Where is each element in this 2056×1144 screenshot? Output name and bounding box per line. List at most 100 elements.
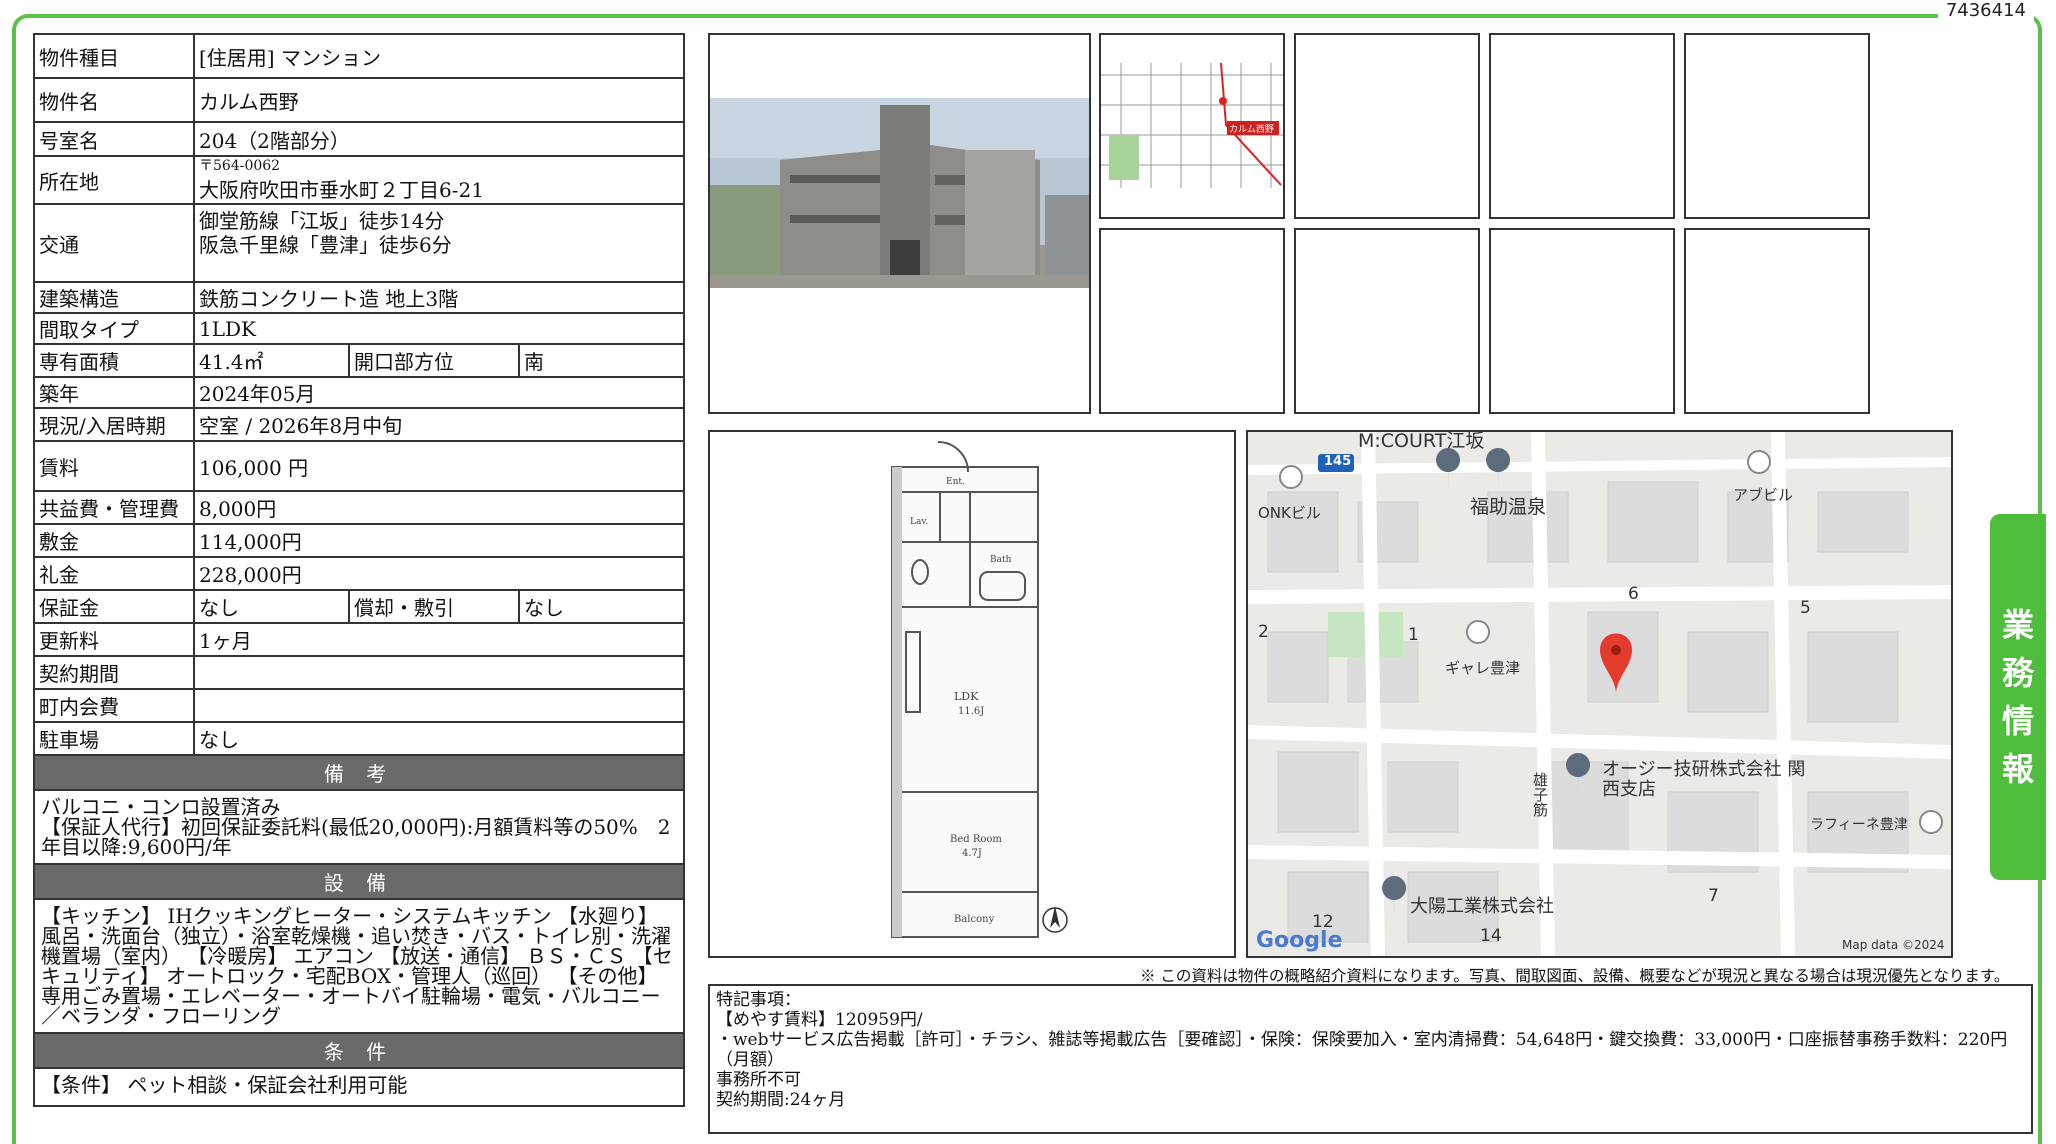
- map-label: 6: [1628, 584, 1639, 604]
- deposit-label: 敷金: [33, 523, 195, 558]
- map-label: ギャレ豊津: [1445, 659, 1521, 677]
- map-label: 5: [1800, 598, 1811, 618]
- north-arrow-icon: [1042, 906, 1068, 933]
- guarantee-value: なし: [193, 589, 350, 624]
- rent-label: 賃料: [33, 440, 195, 492]
- tab-char: 報: [2001, 750, 2034, 788]
- fp-ent: Ent.: [946, 477, 965, 487]
- layout-value: 1LDK: [193, 312, 685, 345]
- room-value: 204（2階部分）: [193, 121, 685, 157]
- building-photo-image: [710, 98, 1089, 288]
- key-money-label: 礼金: [33, 556, 195, 591]
- map-label: 1: [1408, 625, 1419, 645]
- built-label: 築年: [33, 376, 195, 409]
- tab-char: 業: [2001, 606, 2034, 644]
- fp-balcony: Balcony: [954, 914, 995, 925]
- transit-line-2: 阪急千里線「豊津」徒歩6分: [199, 233, 452, 257]
- business-info-tab[interactable]: 業 務 情 報: [1990, 514, 2046, 880]
- address-label: 所在地: [33, 155, 195, 205]
- type-label: 物件種目: [33, 33, 195, 79]
- map-label: 14: [1480, 926, 1502, 946]
- equipment-body: 【キッチン】 IHクッキングヒーター・システムキッチン 【水廻り】 風呂・洗面台…: [33, 898, 685, 1034]
- special-notes-line: 【めやす賃料】120959円/: [716, 1010, 923, 1030]
- parking-label: 駐車場: [33, 721, 195, 756]
- parking-value: なし: [193, 721, 685, 756]
- deposit-value: 114,000円: [193, 523, 685, 558]
- transit-label: 交通: [33, 203, 195, 283]
- transit-line-1: 御堂筋線「江坂」徒歩14分: [199, 209, 445, 233]
- name-value: カルム西野: [193, 77, 685, 123]
- disclaimer: ※ この資料は物件の概略紹介資料になります。写真、間取図面、設備、概要などが現況…: [1140, 967, 2010, 985]
- renewal-value: 1ヶ月: [193, 622, 685, 657]
- empty-thumbnail: [1294, 33, 1480, 219]
- empty-thumbnail: [1684, 228, 1870, 414]
- map-attribution[interactable]: Map data ©2024: [1842, 938, 1945, 952]
- map-label: アブビル: [1733, 486, 1794, 504]
- location-mini-map[interactable]: カルム西野: [1099, 33, 1285, 219]
- special-notes-line: 事務所不可: [716, 1070, 801, 1090]
- conditions-heading: 条 件: [33, 1032, 685, 1069]
- room-label: 号室名: [33, 121, 195, 157]
- fp-bed-size: 4.7J: [962, 848, 982, 859]
- special-notes-line: ・webサービス広告掲載［許可］・チラシ、雑誌等掲載広告［要確認］・保険：保険要…: [716, 1030, 2008, 1070]
- special-notes-line: 特記事項：: [716, 990, 801, 1010]
- guarantee-label: 保証金: [33, 589, 195, 624]
- empty-thumbnail: [1099, 228, 1285, 414]
- opening-value: 南: [518, 343, 685, 378]
- key-money-value: 228,000円: [193, 556, 685, 591]
- assoc-value: [193, 688, 685, 723]
- amort-label: 償却・敷引: [348, 589, 520, 624]
- building-photo[interactable]: [708, 33, 1091, 414]
- contract-value: [193, 655, 685, 690]
- map-label: 7: [1708, 886, 1719, 906]
- area-label: 専有面積: [33, 343, 195, 378]
- empty-thumbnail: [1294, 228, 1480, 414]
- empty-thumbnail: [1684, 33, 1870, 219]
- status-label: 現況/入居時期: [33, 407, 195, 442]
- fee-label: 共益費・管理費: [33, 490, 195, 525]
- fee-value: 8,000円: [193, 490, 685, 525]
- map-label: 雄子筋: [1531, 772, 1549, 817]
- empty-thumbnail: [1489, 33, 1675, 219]
- map-label: ラフィーネ豊津: [1810, 817, 1908, 833]
- map-label: 2: [1258, 622, 1269, 642]
- map-label: オージー技研株式会社 関西支店: [1602, 759, 1806, 800]
- fp-wc: Lav.: [910, 517, 928, 527]
- tab-char: 務: [2001, 654, 2034, 692]
- zip-code: 〒564-0062: [199, 157, 281, 174]
- equipment-heading: 設 備: [33, 863, 685, 900]
- special-notes: 特記事項： 【めやす賃料】120959円/ ・webサービス広告掲載［許可］・チ…: [708, 984, 2033, 1134]
- map-label: M:COURT江坂: [1358, 430, 1485, 452]
- opening-label: 開口部方位: [348, 343, 520, 378]
- remarks-body: バルコニ・コンロ設置済み 【保証人代行】初回保証委託料(最低20,000円):月…: [33, 789, 685, 865]
- renewal-label: 更新料: [33, 622, 195, 657]
- rent-value: 106,000 円: [193, 440, 685, 492]
- amort-value: なし: [518, 589, 685, 624]
- built-value: 2024年05月: [193, 376, 685, 409]
- mini-map-image: カルム西野: [1101, 62, 1283, 188]
- mini-map-label: カルム西野: [1229, 124, 1274, 135]
- map-label: 福助温泉: [1470, 496, 1547, 518]
- fp-bed: Bed Room: [950, 834, 1002, 845]
- fp-ldk: LDK: [954, 690, 979, 703]
- street-map[interactable]: M:COURT江坂 14 5 福助温泉 アブビル ONKビル ギャレ豊津 オージー…: [1246, 430, 1953, 958]
- map-label: 大陽工業株式会社: [1410, 896, 1554, 917]
- type-value: [住居用] マンション: [193, 33, 685, 79]
- map-label: ONKビル: [1258, 504, 1321, 522]
- remarks-heading: 備 考: [33, 754, 685, 791]
- contract-label: 契約期間: [33, 655, 195, 690]
- special-notes-line: 契約期間:24ヶ月: [716, 1090, 846, 1110]
- empty-thumbnail: [1489, 228, 1675, 414]
- status-value: 空室 / 2026年8月中旬: [193, 407, 685, 442]
- document-id: 7436414: [1937, 0, 2034, 21]
- layout-label: 間取タイプ: [33, 312, 195, 345]
- tab-char: 情: [2001, 702, 2034, 740]
- structure-label: 建築構造: [33, 281, 195, 314]
- floor-plan[interactable]: Ent. Lav. Bath LDK 11.6J Bed Room 4.7J B…: [708, 430, 1236, 958]
- floor-plan-image: Ent. Lav. Bath LDK 11.6J Bed Room 4.7J B…: [891, 441, 1068, 938]
- name-label: 物件名: [33, 77, 195, 123]
- conditions-body: 【条件】 ペット相談・保証会社利用可能: [33, 1067, 685, 1107]
- property-table: 物件種目 [住居用] マンション 物件名 カルム西野 号室名 204（2階部分） 所在…: [33, 33, 685, 1107]
- area-value: 41.4㎡: [193, 343, 350, 378]
- street-map-image: [1248, 432, 1951, 956]
